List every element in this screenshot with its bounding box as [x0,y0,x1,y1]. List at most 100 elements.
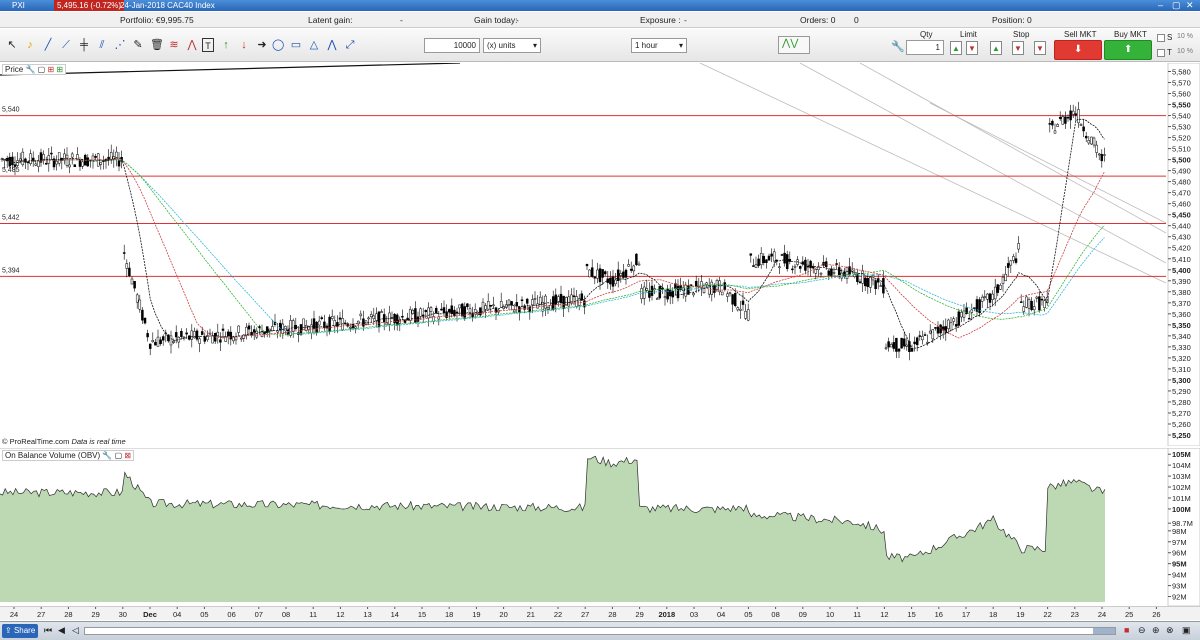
candle-body [627,264,630,267]
obv-panel[interactable]: On Balance Volume (OBV) 🔧 ▢ ⊠ 105M 104M 10… [0,448,1200,606]
obv-tick-label: 93M [1172,582,1187,591]
stop-buy-icon[interactable]: ▼ [1012,41,1024,55]
candle-body [271,326,274,331]
minimize-icon[interactable]: – [1158,0,1163,11]
zoom-out-icon[interactable]: ⊖ [1138,625,1146,636]
brush-icon[interactable]: ✎ [132,38,144,52]
price-tick-label: 5,300 [1172,376,1191,385]
candle-body [21,151,25,165]
candle-body [736,307,740,311]
settings-icon[interactable]: ⊞ [56,65,63,74]
time-axis[interactable]: 24 27 28 29 30 Dec 04 05 06 07 08 11 12 13 14 15 18 19 20 2… [0,606,1200,620]
text-icon[interactable]: T [202,38,214,52]
candle-body [653,288,656,290]
fibonacci-icon[interactable]: ≋ [168,38,180,52]
candle-body [299,324,303,335]
cursor-icon[interactable]: ↖ [6,38,18,52]
rect-icon[interactable]: ▭ [290,38,302,52]
fan-icon[interactable]: ⋰ [114,38,126,52]
triangle-icon[interactable]: △ [308,38,320,52]
line-icon[interactable]: ⟋ [60,38,72,52]
price-chart-panel[interactable]: Price 🔧 ▢ ⊞ ⊞ © ProRealTime.com Data is … [0,63,1200,446]
trash-icon[interactable]: 🗑 [150,38,164,52]
chart-type-select[interactable]: ⋀⋁ [778,36,810,54]
candle-body [1074,113,1078,116]
share-button[interactable]: ⇪ Share [2,624,38,638]
price-chart[interactable]: 5,580 5,570 5,560 5,550 5,540 5,530 5,520 5,510… [0,63,1200,446]
target-checkbox[interactable] [1157,49,1165,57]
wrench-icon[interactable]: 🔧 [102,451,112,460]
limit-edit-icon[interactable]: ▲ [990,41,1002,55]
orders-count[interactable]: 0 [854,12,859,28]
scroll-left-icon[interactable]: ◀ [58,625,65,636]
qty-input[interactable]: 1 [906,40,944,55]
units-select[interactable]: (x) units ▾ [483,38,541,53]
candle-body [952,318,955,322]
candle-body [50,152,53,155]
buy-market-button[interactable]: ⬆ [1104,40,1152,60]
zoom-in-icon[interactable]: ⊕ [1152,625,1160,636]
crosshair-icon[interactable]: ╪ [78,38,90,52]
add-indicator-icon[interactable]: ⊞ [47,65,54,74]
units-input[interactable]: 10000 [424,38,480,53]
arrow-up-icon[interactable]: ↑ [220,38,232,52]
candle-body [1100,154,1104,162]
zigzag-icon[interactable]: ⋀ [326,38,338,52]
buy-label: Buy MKT [1114,30,1147,39]
candle-body [793,265,797,268]
pen-icon[interactable]: ╱ [42,38,54,52]
ray-icon[interactable]: ⤢ [344,38,356,52]
arrow-down-icon[interactable]: ↓ [238,38,250,52]
price-tick-label: 5,520 [1172,134,1191,143]
price-tick-label: 5,350 [1172,321,1191,330]
candle-body [486,301,490,310]
position-label[interactable]: Position: 0 [992,12,1032,28]
limit-buy-icon[interactable]: ▲ [950,41,962,55]
candle-body [367,317,370,320]
candle-body [37,160,40,167]
window-icon[interactable]: ▢ [115,451,123,460]
wrench-icon[interactable]: 🔧 [25,65,35,74]
target-percent[interactable]: 10 % [1177,48,1193,55]
close-icon[interactable]: ⊠ [124,451,131,460]
close-icon[interactable]: ✕ [1186,0,1194,11]
maximize-icon[interactable]: ▢ [1172,0,1181,11]
candle-body [354,326,357,329]
time-tick-label: 24 [1098,610,1106,619]
time-tick-label: 23 [1071,610,1079,619]
zoom-fit-icon[interactable]: ⊗ [1166,625,1174,636]
interval-select[interactable]: 1 hour ▾ [631,38,687,53]
price-tick-label: 5,270 [1172,409,1191,418]
scroll-back-icon[interactable]: ◁ [72,625,79,636]
orders-label[interactable]: Orders: 0 [800,12,835,28]
candle-body [980,296,984,302]
stop-icon[interactable]: ■ [1124,625,1129,635]
limit-sell-icon[interactable]: ▼ [966,41,978,55]
window-icon[interactable]: ▢ [38,65,46,74]
stop-checkbox[interactable] [1157,34,1165,42]
scroll-start-icon[interactable]: ⏮ [44,625,52,636]
obv-tick-label: 92M [1172,593,1187,602]
channel-icon[interactable]: ⫽ [96,38,108,52]
time-tick-label: 20 [499,610,507,619]
candle-body [200,331,204,335]
wrench-icon[interactable]: 🔧 [891,40,905,54]
price-tick-label: 5,450 [1172,211,1191,220]
retracement-icon[interactable]: ⋀ [186,38,198,52]
arrow-right-icon[interactable]: ➜ [256,38,268,52]
sell-market-button[interactable]: ⬇ [1054,40,1102,60]
candle-body [759,253,763,266]
time-scrollbar[interactable] [84,627,1116,635]
scrollbar-thumb[interactable] [1093,628,1115,634]
stop-percent[interactable]: 10 % [1177,33,1193,40]
price-tick-label: 5,400 [1172,266,1191,275]
stop-sell-icon[interactable]: ▼ [1034,41,1046,55]
candle-body [619,273,623,276]
obv-chart[interactable]: 105M104M103M102M101M100M98.7M98M97M96M95… [0,448,1200,606]
price-tick-label: 5,420 [1172,244,1191,253]
candle-body [1004,273,1007,282]
bell-icon[interactable]: ♪ [24,38,36,52]
ellipse-icon[interactable]: ◯ [272,38,284,52]
candle-body [791,268,794,271]
camera-icon[interactable]: ▣ [1182,625,1191,636]
